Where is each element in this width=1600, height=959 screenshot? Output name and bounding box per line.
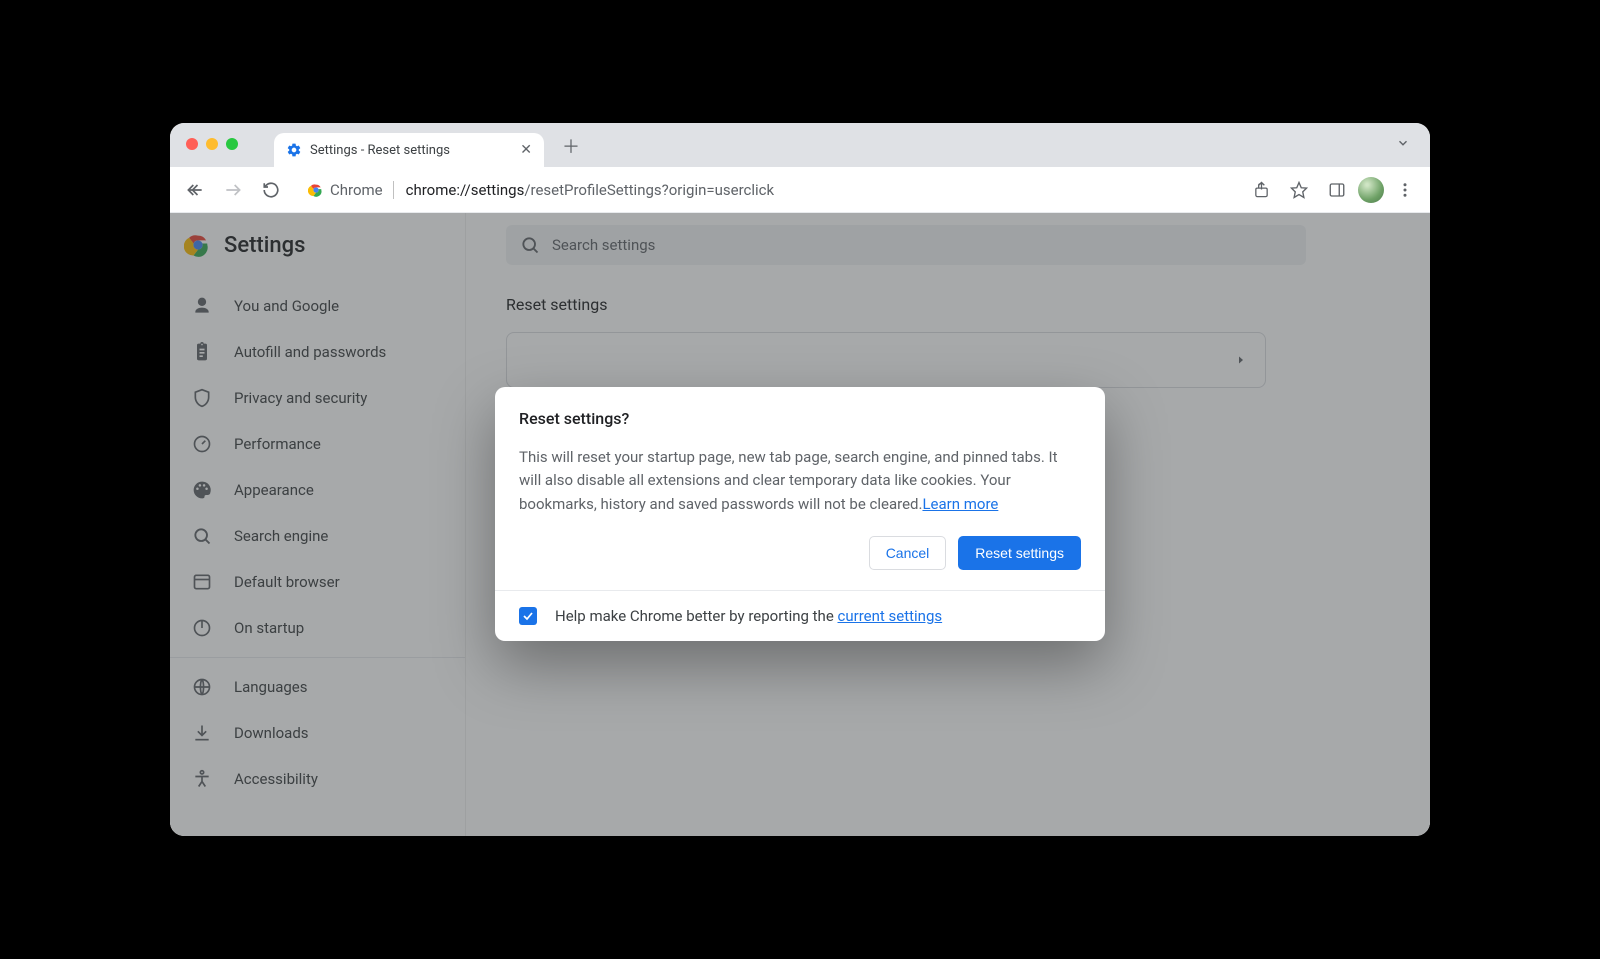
site-identity: Chrome (308, 181, 398, 199)
cancel-button[interactable]: Cancel (869, 536, 947, 570)
close-tab-icon[interactable]: ✕ (516, 138, 536, 162)
chrome-menu-button[interactable] (1388, 173, 1422, 207)
reload-button[interactable] (254, 173, 288, 207)
learn-more-link[interactable]: Learn more (922, 495, 998, 513)
nav-forward-button (216, 173, 250, 207)
site-name: Chrome (330, 181, 383, 199)
close-window-icon[interactable] (186, 138, 198, 150)
fullscreen-window-icon[interactable] (226, 138, 238, 150)
reset-settings-dialog: Reset settings? This will reset your sta… (495, 387, 1105, 641)
dialog-title: Reset settings? (519, 409, 1081, 428)
tab-list-chevron-icon[interactable] (1396, 135, 1410, 154)
tab-strip: Settings - Reset settings ✕ ＋ (170, 123, 1430, 167)
share-button[interactable] (1244, 173, 1278, 207)
minimize-window-icon[interactable] (206, 138, 218, 150)
window-controls (186, 138, 238, 150)
address-bar[interactable]: Chrome chrome://settings/resetProfileSet… (298, 173, 1234, 207)
tab-title: Settings - Reset settings (310, 143, 450, 158)
bookmark-star-button[interactable] (1282, 173, 1316, 207)
report-text: Help make Chrome better by reporting the… (555, 607, 942, 625)
browser-toolbar: Chrome chrome://settings/resetProfileSet… (170, 167, 1430, 213)
gear-icon (286, 142, 302, 158)
url: chrome://settings/resetProfileSettings?o… (406, 181, 775, 199)
profile-avatar-button[interactable] (1358, 177, 1384, 203)
sidepanel-button[interactable] (1320, 173, 1354, 207)
new-tab-button[interactable]: ＋ (562, 133, 580, 159)
chrome-logo-icon (308, 182, 324, 198)
browser-window: Settings - Reset settings ✕ ＋ (170, 123, 1430, 836)
dialog-body: This will reset your startup page, new t… (519, 446, 1081, 516)
browser-tab[interactable]: Settings - Reset settings ✕ (274, 133, 544, 167)
report-checkbox[interactable] (519, 607, 537, 625)
nav-back-button[interactable] (178, 173, 212, 207)
current-settings-link[interactable]: current settings (838, 607, 943, 625)
reset-settings-button[interactable]: Reset settings (958, 536, 1081, 570)
check-icon (522, 610, 534, 622)
